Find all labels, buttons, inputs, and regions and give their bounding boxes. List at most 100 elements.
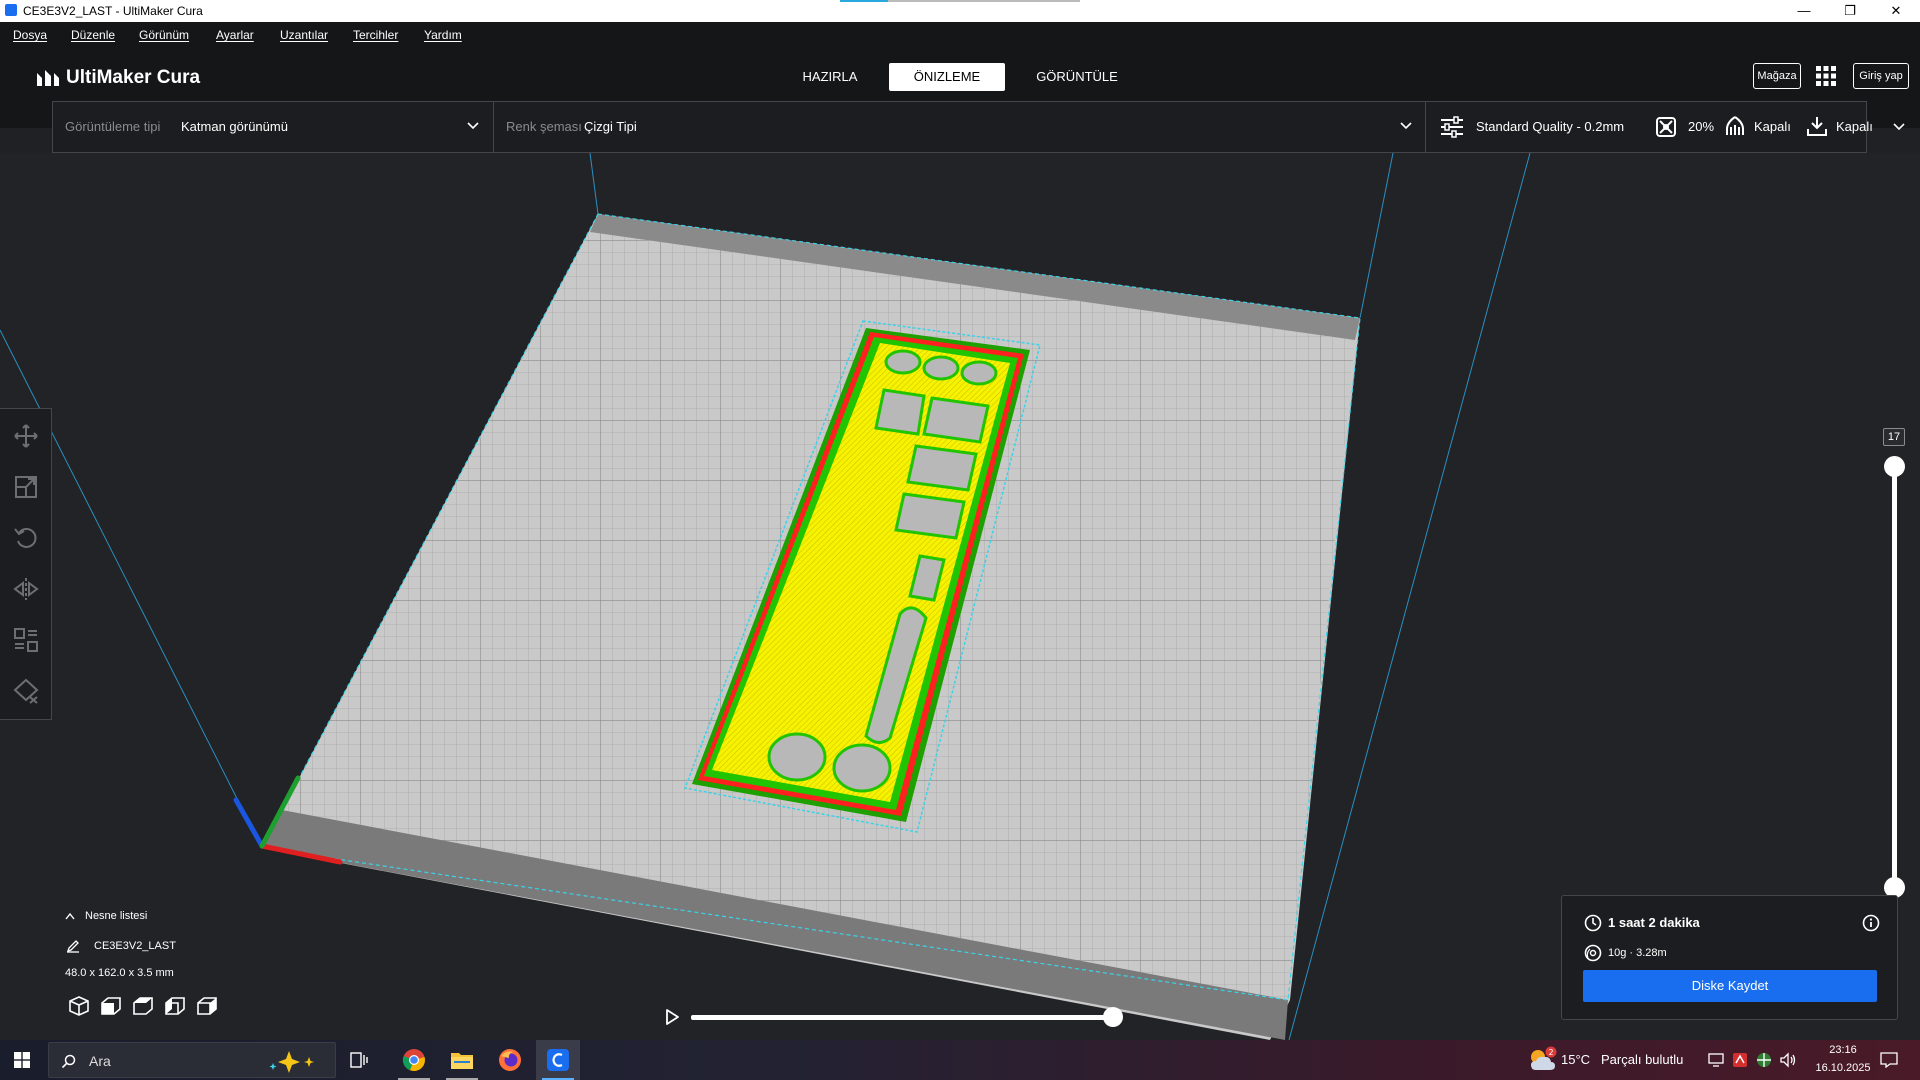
settings-sliders-icon [1441, 116, 1463, 138]
object-list-label: Nesne listesi [85, 910, 148, 922]
menu-preferences[interactable]: Tercihler [353, 28, 398, 42]
weather-badge: 2 [1548, 1048, 1553, 1057]
front-view-icon[interactable] [100, 995, 122, 1017]
play-simulation-button[interactable] [660, 1006, 682, 1028]
save-to-disk-button[interactable]: Diske Kaydet [1583, 970, 1877, 1002]
window-title: CE3E3V2_LAST - UltiMaker Cura [23, 4, 203, 18]
support-icon [1726, 116, 1744, 135]
chevron-down-icon [1400, 122, 1412, 130]
view-type-value: Katman görünümü [181, 119, 288, 134]
taskbar-cura-app[interactable] [536, 1040, 580, 1080]
copilot-sparkle-icon [269, 1051, 314, 1073]
simulation-progress-handle[interactable] [1103, 1007, 1123, 1027]
print-time: 1 saat 2 dakika [1608, 915, 1700, 930]
print-settings-selector[interactable]: Standard Quality - 0.2mm 20% Kapalı Kapa… [1426, 102, 1873, 152]
camera-view-buttons [68, 995, 218, 1017]
chevron-down-icon[interactable] [1893, 123, 1905, 131]
tray-app-red-icon[interactable] [1732, 1052, 1748, 1068]
logo-text: UltiMaker Cura [66, 67, 201, 88]
marketplace-button[interactable]: Mağaza [1753, 63, 1801, 89]
simulation-progress-track[interactable] [691, 1015, 1113, 1020]
object-list-toggle[interactable]: Nesne listesi [65, 910, 147, 922]
adhesion-icon [1807, 117, 1827, 136]
taskbar-chrome-app[interactable] [392, 1040, 436, 1080]
menu-file[interactable]: Dosya [13, 28, 47, 42]
search-icon [61, 1054, 76, 1069]
object-dimensions: 48.0 x 162.0 x 3.5 mm [65, 967, 174, 979]
support-blocker-icon[interactable] [13, 678, 39, 704]
windows-start-icon[interactable] [14, 1052, 30, 1068]
pencil-icon [66, 940, 79, 953]
restore-button[interactable]: ❐ [1827, 0, 1873, 22]
weather-temperature: 15°C [1561, 1052, 1591, 1067]
left-view-icon[interactable] [164, 995, 186, 1017]
scale-tool-icon[interactable] [13, 474, 39, 500]
chrome-icon [402, 1049, 425, 1072]
layer-slider-track[interactable] [1892, 466, 1897, 886]
volume-icon[interactable] [1779, 1052, 1797, 1068]
support-value: Kapalı [1754, 119, 1791, 134]
folder-icon [451, 1053, 473, 1069]
top-view-icon[interactable] [132, 995, 154, 1017]
menu-view[interactable]: Görünüm [139, 28, 189, 42]
3d-view-icon[interactable] [68, 995, 90, 1017]
menu-settings[interactable]: Ayarlar [216, 28, 254, 42]
right-view-icon[interactable] [196, 995, 218, 1017]
color-scheme-label: Renk şeması [506, 119, 582, 134]
menu-extensions[interactable]: Uzantılar [280, 28, 328, 42]
taskbar-firefox-app[interactable] [488, 1040, 532, 1080]
taskbar-file-explorer-app[interactable] [440, 1040, 484, 1080]
3d-viewport[interactable]: 17 Nesne listesi CE3E3V2_LAST 48.0 x 162… [0, 153, 1920, 1040]
chevron-up-icon [65, 912, 75, 919]
layer-number-badge[interactable]: 17 [1883, 428, 1905, 446]
object-name-row[interactable]: CE3E3V2_LAST [66, 939, 176, 953]
clock-date[interactable]: 16.10.2025 [1807, 1062, 1879, 1074]
cura-icon [547, 1049, 569, 1071]
taskbar-search-box[interactable]: Ara [48, 1042, 336, 1078]
object-name: CE3E3V2_LAST [94, 940, 176, 952]
infill-icon [1656, 117, 1676, 137]
move-tool-icon[interactable] [13, 423, 39, 449]
play-icon [666, 1009, 679, 1025]
quality-profile: Standard Quality - 0.2mm [1476, 119, 1625, 134]
layer-slider-upper-handle[interactable] [1884, 456, 1905, 477]
menu-edit[interactable]: Düzenle [71, 28, 115, 42]
clock-time[interactable]: 23:16 [1820, 1044, 1866, 1056]
view-type-label: Görüntüleme tipi [65, 119, 161, 134]
task-view-icon[interactable] [350, 1052, 368, 1068]
cura-app-icon [5, 4, 17, 16]
menu-bar: Dosya Düzenle Görünüm Ayarlar Uzantılar … [0, 22, 1920, 48]
mirror-tool-icon[interactable] [13, 576, 39, 602]
rotate-tool-icon[interactable] [13, 525, 39, 551]
per-model-settings-icon[interactable] [13, 627, 39, 653]
ultimaker-logo: UltiMaker Cura [36, 66, 200, 90]
close-button[interactable]: ✕ [1873, 0, 1919, 22]
clock-icon [1584, 914, 1602, 932]
sign-in-button[interactable]: Giriş yap [1853, 63, 1909, 89]
tab-preview[interactable]: ÖNIZLEME [889, 63, 1005, 91]
title-progress-indicator [840, 0, 1080, 2]
color-scheme-value: Çizgi Tipi [584, 119, 637, 134]
spool-icon [1584, 944, 1602, 962]
tray-display-icon[interactable] [1708, 1053, 1724, 1067]
preview-toolbar: Görüntüleme tipi Katman görünümü Renk şe… [52, 101, 1905, 153]
firefox-icon [499, 1049, 521, 1071]
material-usage: 10g · 3.28m [1608, 947, 1667, 959]
tab-monitor[interactable]: GÖRÜNTÜLE [1023, 63, 1131, 91]
menu-help[interactable]: Yardım [424, 28, 462, 42]
notifications-icon[interactable] [1880, 1052, 1898, 1068]
weather-description: Parçalı bulutlu [1601, 1052, 1684, 1067]
transform-tools-panel [0, 408, 52, 720]
color-scheme-dropdown[interactable]: Renk şeması Çizgi Tipi [494, 102, 1425, 152]
view-type-dropdown[interactable]: Görüntüleme tipi Katman görünümü [53, 102, 493, 152]
tray-app-green-icon[interactable] [1756, 1052, 1772, 1068]
adhesion-value: Kapalı [1836, 119, 1873, 134]
info-icon[interactable] [1862, 914, 1880, 932]
weather-icon[interactable]: 2 [1528, 1046, 1558, 1074]
tab-prepare[interactable]: HAZIRLA [786, 63, 874, 91]
apps-grid-icon[interactable] [1815, 65, 1837, 87]
layer-slider[interactable]: 17 [1880, 428, 1910, 898]
minimize-button[interactable]: — [1781, 0, 1827, 22]
windows-taskbar: Ara 2 15°C Parçalı bulutlu 23:16 16.10.2… [0, 1040, 1920, 1080]
print-info-panel: 1 saat 2 dakika 10g · 3.28m Diske Kaydet [1561, 895, 1898, 1020]
